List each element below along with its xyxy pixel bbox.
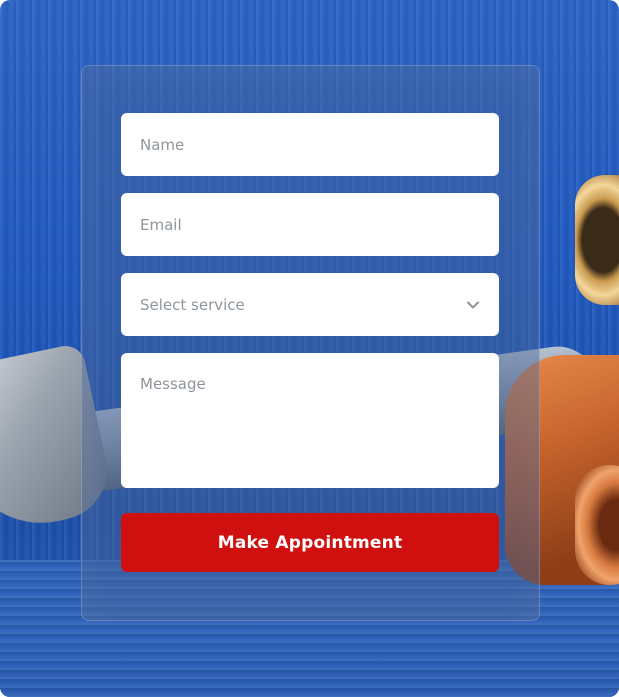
email-placeholder: Email — [140, 215, 182, 234]
appointment-form-card: Name Email Select service Message Make A… — [81, 65, 540, 621]
make-appointment-button[interactable]: Make Appointment — [121, 513, 499, 572]
service-select[interactable]: Select service — [121, 273, 499, 336]
make-appointment-label: Make Appointment — [217, 532, 403, 553]
service-placeholder: Select service — [140, 295, 245, 314]
appointment-section: Name Email Select service Message Make A… — [0, 0, 619, 697]
message-textarea[interactable]: Message — [121, 353, 499, 488]
email-input[interactable]: Email — [121, 193, 499, 256]
name-input[interactable]: Name — [121, 113, 499, 176]
message-placeholder: Message — [140, 375, 206, 393]
background-brass-fitting — [575, 175, 619, 305]
background-copper-fitting — [575, 465, 619, 585]
name-placeholder: Name — [140, 135, 185, 154]
chevron-down-icon — [466, 298, 480, 312]
